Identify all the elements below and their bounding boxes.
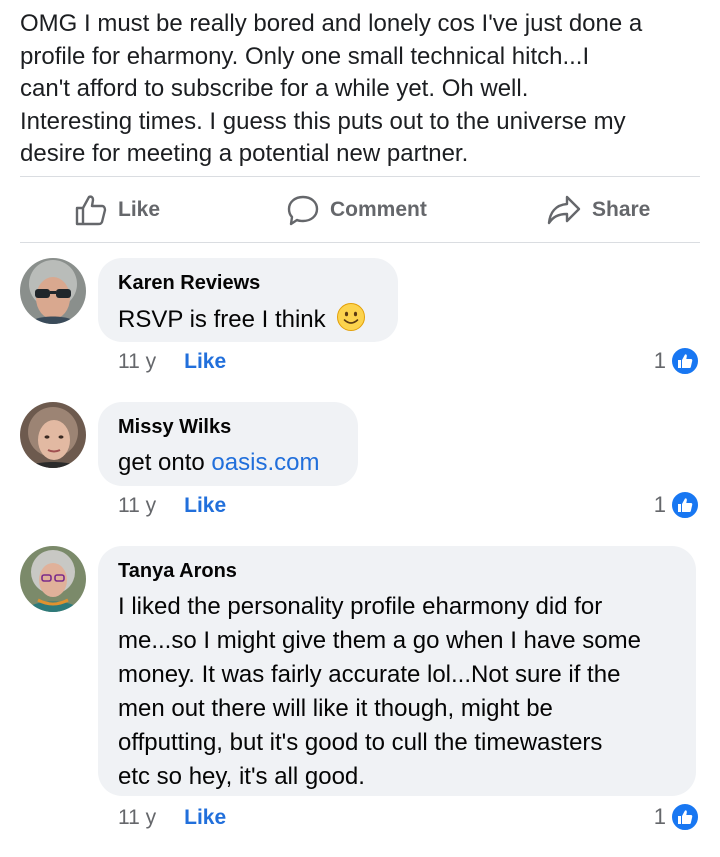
comment-meta: 11 y Like — [118, 806, 226, 830]
post-text-line: can't afford to subscribe for a while ye… — [20, 75, 529, 102]
comment-like-button[interactable]: Like — [184, 350, 226, 374]
comment-text-line: I liked the personality profile eharmony… — [118, 593, 603, 620]
comment-text-line: money. It was fairly accurate lol...Not … — [118, 661, 621, 688]
comment-like-button[interactable]: Like — [184, 806, 226, 830]
share-button[interactable]: Share — [546, 188, 650, 232]
comment-author[interactable]: Missy Wilks — [118, 414, 338, 440]
comment-author[interactable]: Karen Reviews — [118, 270, 378, 296]
reaction-count: 1 — [653, 348, 666, 373]
comment-text-line: etc so hey, it's all good. — [118, 763, 365, 790]
reaction-summary[interactable]: 1 — [654, 490, 700, 520]
avatar-tanya-arons[interactable] — [20, 546, 86, 612]
post-text-line: Interesting times. I guess this puts out… — [20, 107, 626, 135]
comment-label: Comment — [330, 198, 427, 221]
thumbs-up-icon — [75, 195, 107, 226]
comment-like-button[interactable]: Like — [184, 494, 226, 518]
slightly-smiling-face-icon — [337, 303, 366, 331]
divider — [20, 242, 700, 243]
comment-link[interactable]: oasis.com — [211, 449, 319, 476]
like-label: Like — [118, 198, 161, 221]
comment-bubble: Missy Wilks get onto oasis.com — [98, 402, 358, 486]
comment-bubble: Tanya Arons I liked the personality prof… — [98, 546, 696, 796]
comment-author[interactable]: Tanya Arons — [118, 558, 676, 584]
like-button[interactable]: Like — [74, 188, 160, 232]
post-text-line: desire for meeting a potential new partn… — [20, 140, 469, 167]
post-text-line: OMG I must be really bored and lonely co… — [20, 10, 643, 37]
share-arrow-icon — [547, 195, 581, 225]
comment-text: RSVP is free I think — [118, 306, 326, 333]
reaction-count: 1 — [653, 492, 666, 517]
comment-meta: 11 y Like — [118, 350, 226, 374]
post-text: OMG I must be really bored and lonely co… — [20, 8, 710, 171]
avatar-karen-reviews[interactable] — [20, 258, 86, 324]
post-text-line: profile for eharmony. Only one small tec… — [20, 42, 590, 70]
comment-text-line: offputting, but it's good to cull the ti… — [118, 729, 603, 756]
comment-button[interactable]: Comment — [286, 188, 427, 232]
like-reaction-icon — [670, 490, 700, 520]
like-reaction-icon — [670, 802, 700, 832]
comment-text: get onto — [118, 449, 212, 476]
comment-time: 11 y — [118, 494, 157, 517]
avatar-missy-wilks[interactable] — [20, 402, 86, 468]
comment-text-line: men out there will like it though, might… — [118, 695, 553, 722]
comment-text-line: me...so I might give them a go when I ha… — [118, 627, 641, 654]
reaction-count: 1 — [653, 804, 666, 829]
reaction-summary[interactable]: 1 — [654, 346, 700, 376]
comment-time: 11 y — [118, 806, 157, 829]
reaction-summary[interactable]: 1 — [654, 802, 700, 832]
comment-bubble: Karen Reviews RSVP is free I think — [98, 258, 398, 342]
like-reaction-icon — [670, 346, 700, 376]
speech-bubble-icon — [287, 195, 319, 226]
comment-meta: 11 y Like — [118, 494, 226, 518]
divider — [20, 176, 700, 177]
comment-time: 11 y — [118, 350, 157, 373]
share-label: Share — [592, 198, 651, 221]
